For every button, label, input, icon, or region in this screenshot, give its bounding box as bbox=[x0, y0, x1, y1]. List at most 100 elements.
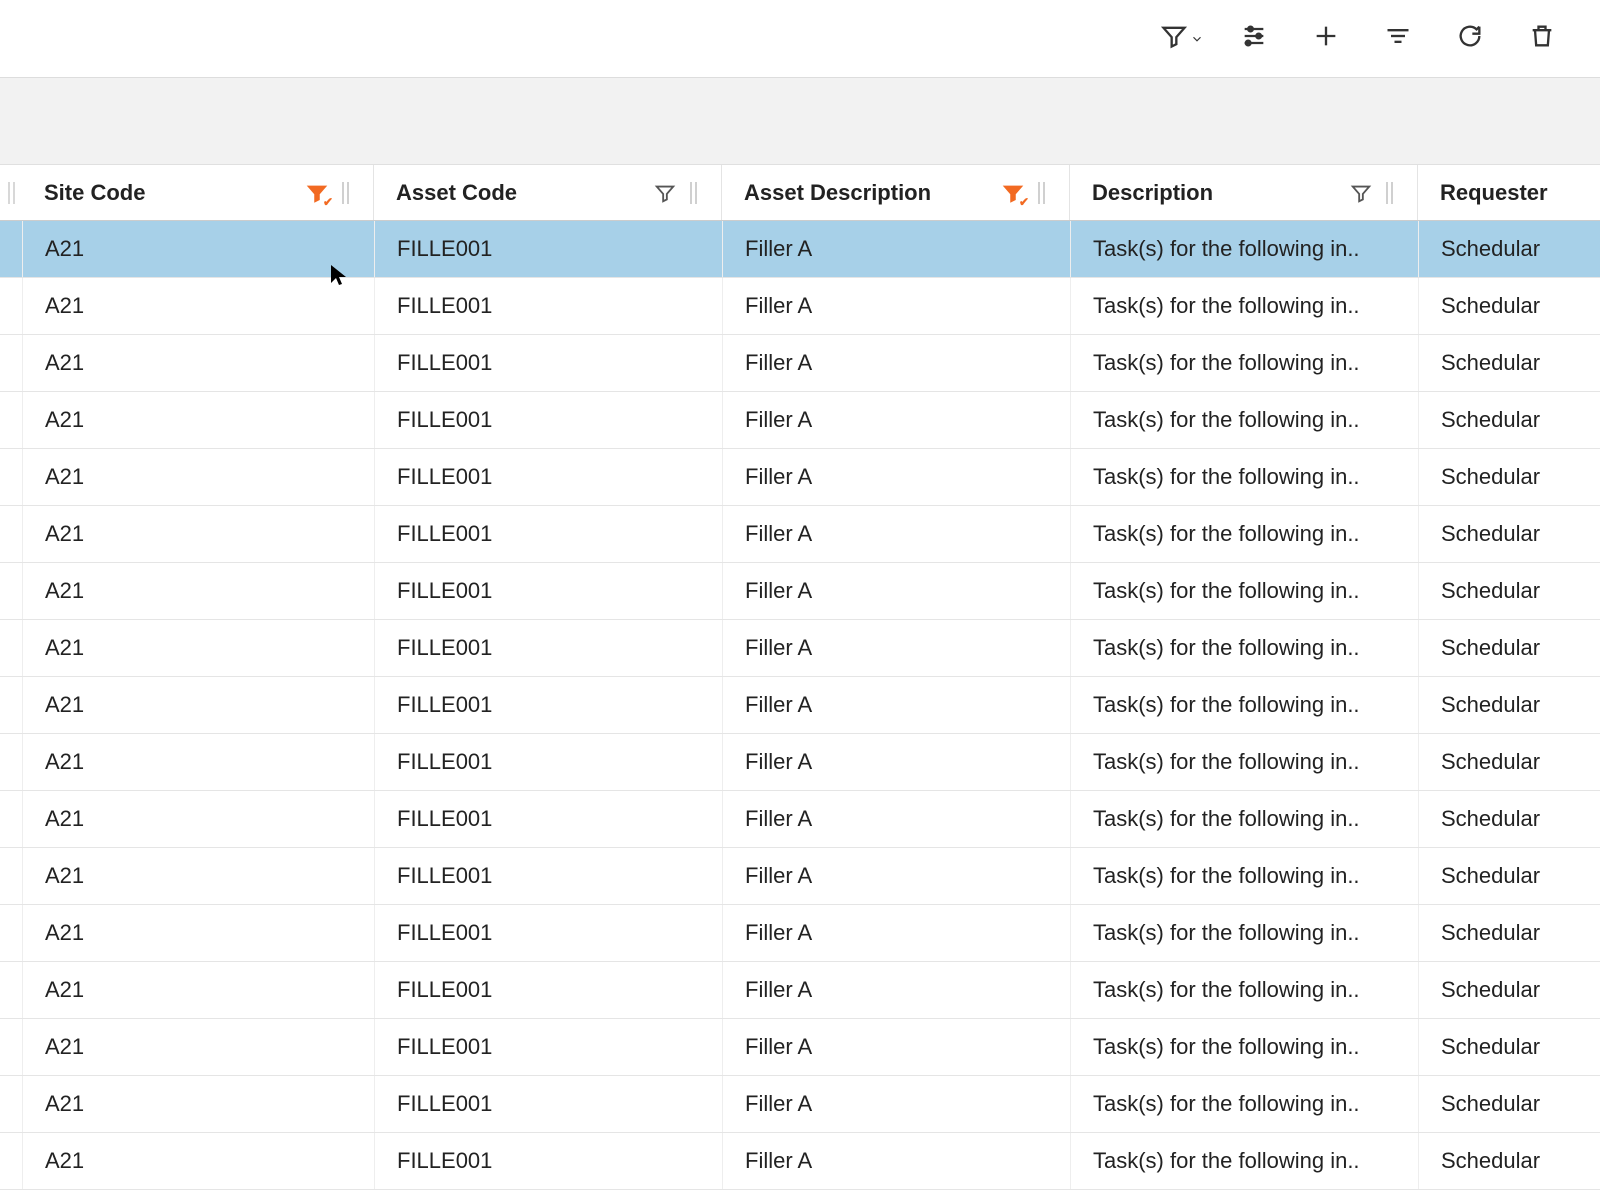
table-row[interactable]: A21FILLE001Filler ATask(s) for the follo… bbox=[0, 1076, 1600, 1133]
cell-site-code: A21 bbox=[22, 905, 374, 961]
table-row[interactable]: A21FILLE001Filler ATask(s) for the follo… bbox=[0, 791, 1600, 848]
table-row[interactable]: A21FILLE001Filler ATask(s) for the follo… bbox=[0, 1019, 1600, 1076]
delete-button[interactable] bbox=[1524, 21, 1560, 57]
cell-description: Task(s) for the following in.. bbox=[1070, 734, 1418, 790]
cell-description: Task(s) for the following in.. bbox=[1070, 221, 1418, 277]
row-drag-handle[interactable] bbox=[0, 620, 22, 676]
cell-asset-description: Filler A bbox=[722, 506, 1070, 562]
cell-requester: Schedular bbox=[1418, 848, 1600, 904]
column-label: Site Code bbox=[44, 180, 305, 206]
cell-asset-description: Filler A bbox=[722, 449, 1070, 505]
column-header-requester[interactable]: Requester bbox=[1418, 165, 1600, 220]
filter-icon[interactable] bbox=[1349, 181, 1373, 205]
filter-icon[interactable] bbox=[653, 181, 677, 205]
group-button[interactable] bbox=[1380, 21, 1416, 57]
row-drag-handle[interactable] bbox=[0, 734, 22, 790]
cell-asset-code: FILLE001 bbox=[374, 677, 722, 733]
row-drag-handle[interactable] bbox=[0, 1019, 22, 1075]
column-header-description[interactable]: Description bbox=[1070, 165, 1418, 220]
filter-button[interactable] bbox=[1164, 21, 1200, 57]
row-drag-handle[interactable] bbox=[0, 962, 22, 1018]
row-drag-handle[interactable] bbox=[0, 449, 22, 505]
cell-asset-description: Filler A bbox=[722, 905, 1070, 961]
cell-requester: Schedular bbox=[1418, 563, 1600, 619]
table-row[interactable]: A21FILLE001Filler ATask(s) for the follo… bbox=[0, 392, 1600, 449]
row-drag-handle[interactable] bbox=[0, 278, 22, 334]
column-header-asset-code[interactable]: Asset Code bbox=[374, 165, 722, 220]
cell-asset-code: FILLE001 bbox=[374, 962, 722, 1018]
row-drag-handle[interactable] bbox=[0, 905, 22, 961]
cell-description: Task(s) for the following in.. bbox=[1070, 1019, 1418, 1075]
cell-description: Task(s) for the following in.. bbox=[1070, 848, 1418, 904]
table-row[interactable]: A21FILLE001Filler ATask(s) for the follo… bbox=[0, 962, 1600, 1019]
check-icon: ✔ bbox=[323, 195, 333, 209]
row-drag-handle[interactable] bbox=[0, 392, 22, 448]
table-row[interactable]: A21FILLE001Filler ATask(s) for the follo… bbox=[0, 449, 1600, 506]
cell-description: Task(s) for the following in.. bbox=[1070, 278, 1418, 334]
table-row[interactable]: A21FILLE001Filler ATask(s) for the follo… bbox=[0, 848, 1600, 905]
cell-site-code: A21 bbox=[22, 1133, 374, 1189]
column-header-asset-description[interactable]: Asset Description ✔ bbox=[722, 165, 1070, 220]
cell-requester: Schedular bbox=[1418, 905, 1600, 961]
table-row[interactable]: A21FILLE001Filler ATask(s) for the follo… bbox=[0, 677, 1600, 734]
table-row[interactable]: A21FILLE001Filler ATask(s) for the follo… bbox=[0, 278, 1600, 335]
column-resize-handle[interactable] bbox=[1383, 179, 1395, 207]
table-row[interactable]: A21FILLE001Filler ATask(s) for the follo… bbox=[0, 905, 1600, 962]
settings-button[interactable] bbox=[1236, 21, 1272, 57]
refresh-button[interactable] bbox=[1452, 21, 1488, 57]
cell-requester: Schedular bbox=[1418, 449, 1600, 505]
filter-icon[interactable]: ✔ bbox=[1001, 181, 1025, 205]
cell-asset-code: FILLE001 bbox=[374, 449, 722, 505]
cell-description: Task(s) for the following in.. bbox=[1070, 1133, 1418, 1189]
cell-requester: Schedular bbox=[1418, 335, 1600, 391]
row-drag-handle[interactable] bbox=[0, 506, 22, 562]
row-drag-handle[interactable] bbox=[0, 335, 22, 391]
table-row[interactable]: A21FILLE001Filler ATask(s) for the follo… bbox=[0, 620, 1600, 677]
cell-asset-description: Filler A bbox=[722, 563, 1070, 619]
cell-requester: Schedular bbox=[1418, 506, 1600, 562]
table-row[interactable]: A21FILLE001Filler ATask(s) for the follo… bbox=[0, 506, 1600, 563]
row-drag-handle[interactable] bbox=[0, 1076, 22, 1132]
cell-site-code: A21 bbox=[22, 848, 374, 904]
row-drag-handle[interactable] bbox=[0, 848, 22, 904]
cell-description: Task(s) for the following in.. bbox=[1070, 335, 1418, 391]
cell-requester: Schedular bbox=[1418, 221, 1600, 277]
cell-asset-code: FILLE001 bbox=[374, 221, 722, 277]
table-row[interactable]: A21FILLE001Filler ATask(s) for the follo… bbox=[0, 1133, 1600, 1190]
row-drag-handle[interactable] bbox=[0, 677, 22, 733]
row-drag-handle[interactable] bbox=[0, 563, 22, 619]
cell-asset-description: Filler A bbox=[722, 335, 1070, 391]
cell-requester: Schedular bbox=[1418, 278, 1600, 334]
cell-asset-description: Filler A bbox=[722, 791, 1070, 847]
cell-requester: Schedular bbox=[1418, 962, 1600, 1018]
cell-asset-description: Filler A bbox=[722, 848, 1070, 904]
cell-asset-code: FILLE001 bbox=[374, 620, 722, 676]
column-resize-handle[interactable] bbox=[1035, 179, 1047, 207]
cell-description: Task(s) for the following in.. bbox=[1070, 563, 1418, 619]
column-header-site-code[interactable]: Site Code ✔ bbox=[22, 165, 374, 220]
filter-icon[interactable]: ✔ bbox=[305, 181, 329, 205]
check-icon: ✔ bbox=[1019, 195, 1029, 209]
column-label: Description bbox=[1092, 180, 1349, 206]
cell-description: Task(s) for the following in.. bbox=[1070, 905, 1418, 961]
cell-asset-code: FILLE001 bbox=[374, 392, 722, 448]
table-row[interactable]: A21FILLE001Filler ATask(s) for the follo… bbox=[0, 335, 1600, 392]
row-drag-handle[interactable] bbox=[0, 791, 22, 847]
column-label: Requester bbox=[1440, 180, 1578, 206]
row-drag-handle[interactable] bbox=[0, 1133, 22, 1189]
cell-site-code: A21 bbox=[22, 506, 374, 562]
cell-site-code: A21 bbox=[22, 791, 374, 847]
filter-lines-icon bbox=[1384, 22, 1412, 56]
add-button[interactable] bbox=[1308, 21, 1344, 57]
table-row[interactable]: A21FILLE001Filler ATask(s) for the follo… bbox=[0, 563, 1600, 620]
cell-asset-description: Filler A bbox=[722, 962, 1070, 1018]
row-drag-handle[interactable] bbox=[0, 221, 22, 277]
grid-gap bbox=[0, 78, 1600, 164]
table-row[interactable]: A21FILLE001Filler ATask(s) for the follo… bbox=[0, 221, 1600, 278]
cell-asset-code: FILLE001 bbox=[374, 563, 722, 619]
table-row[interactable]: A21FILLE001Filler ATask(s) for the follo… bbox=[0, 734, 1600, 791]
cell-asset-description: Filler A bbox=[722, 1076, 1070, 1132]
column-resize-handle[interactable] bbox=[339, 179, 351, 207]
cell-asset-code: FILLE001 bbox=[374, 791, 722, 847]
column-resize-handle[interactable] bbox=[687, 179, 699, 207]
